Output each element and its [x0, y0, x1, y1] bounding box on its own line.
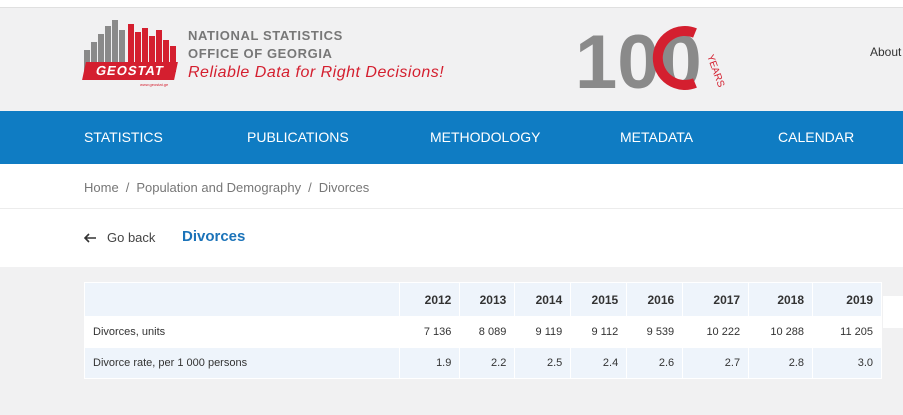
logo-wordmark[interactable]: GEOSTAT: [82, 62, 178, 80]
table-cell: 2.6: [626, 347, 684, 379]
anniversary-word: YEARS: [704, 53, 725, 89]
go-back-label: Go back: [107, 230, 156, 245]
column-header: 2014: [514, 282, 572, 317]
title-bar: Go back Divorces: [0, 209, 903, 267]
table-cell: 8 089: [459, 316, 516, 348]
breadcrumb: Home / Population and Demography / Divorces: [84, 180, 369, 195]
nav-metadata[interactable]: METADATA: [620, 111, 693, 164]
nav-statistics[interactable]: STATISTICS: [84, 111, 163, 164]
org-name-line2: OFFICE OF GEORGIA: [188, 46, 333, 61]
table-cell: 2.7: [682, 347, 750, 379]
breadcrumb-current: Divorces: [318, 180, 370, 195]
column-header: 2015: [570, 282, 628, 317]
breadcrumb-separator: /: [125, 180, 130, 195]
nav-publications[interactable]: PUBLICATIONS: [247, 111, 349, 164]
logo-url: www.geostat.ge: [140, 82, 169, 87]
table-cell: 9 119: [514, 316, 572, 348]
table-cell: 10 222: [682, 316, 750, 348]
breadcrumb-home[interactable]: Home: [84, 180, 119, 195]
slogan: Reliable Data for Right Decisions!: [188, 64, 445, 81]
breadcrumb-population[interactable]: Population and Demography: [136, 180, 301, 195]
table-cell: 11 205: [812, 316, 882, 348]
column-header: 2012: [399, 282, 461, 317]
table-cell: 3.0: [812, 347, 882, 379]
column-header: 2016: [626, 282, 684, 317]
row-label: Divorce rate, per 1 000 persons: [83, 347, 401, 379]
go-back-button[interactable]: Go back: [84, 230, 155, 245]
table-cell: 2.2: [459, 347, 516, 379]
table-row: Divorce rate, per 1 000 persons 1.9 2.2 …: [83, 347, 882, 379]
data-table-wrapper: 2012 2013 2014 2015 2016 2017 2018 2019 …: [83, 282, 882, 379]
table-cell: 7 136: [399, 316, 461, 348]
table-cell: 1.9: [399, 347, 461, 379]
org-name-line1: NATIONAL STATISTICS: [188, 28, 343, 43]
offscreen-table-edge: [883, 296, 903, 328]
column-header: 2013: [459, 282, 516, 317]
row-label: Divorces, units: [83, 316, 401, 348]
breadcrumb-bar: Home / Population and Demography / Divorces: [0, 164, 903, 209]
page-title: Divorces: [182, 228, 246, 245]
table-cell: 9 539: [626, 316, 684, 348]
column-header: [83, 282, 401, 317]
nav-methodology[interactable]: METHODOLOGY: [430, 111, 540, 164]
breadcrumb-separator: /: [308, 180, 312, 195]
table-cell: 2.8: [748, 347, 814, 379]
table-cell: 10 288: [748, 316, 814, 348]
table-cell: 2.4: [570, 347, 628, 379]
column-header: 2017: [682, 282, 750, 317]
arrow-left-icon: [84, 232, 96, 243]
main-nav: STATISTICS PUBLICATIONS METHODOLOGY META…: [0, 111, 903, 164]
table-row: Divorces, units 7 136 8 089 9 119 9 112 …: [83, 316, 882, 348]
column-header: 2018: [748, 282, 814, 317]
table-header-row: 2012 2013 2014 2015 2016 2017 2018 2019: [83, 282, 882, 317]
column-header: 2019: [812, 282, 882, 317]
divorces-table: 2012 2013 2014 2015 2016 2017 2018 2019 …: [83, 282, 882, 379]
anniversary-100-years-logo: 100 YEARS: [575, 20, 725, 98]
nav-calendar[interactable]: CALENDAR: [778, 111, 854, 164]
table-cell: 9 112: [570, 316, 628, 348]
table-cell: 2.5: [514, 347, 572, 379]
site-header: GEOSTAT www.geostat.ge NATIONAL STATISTI…: [0, 8, 903, 111]
about-link[interactable]: About: [870, 45, 901, 59]
